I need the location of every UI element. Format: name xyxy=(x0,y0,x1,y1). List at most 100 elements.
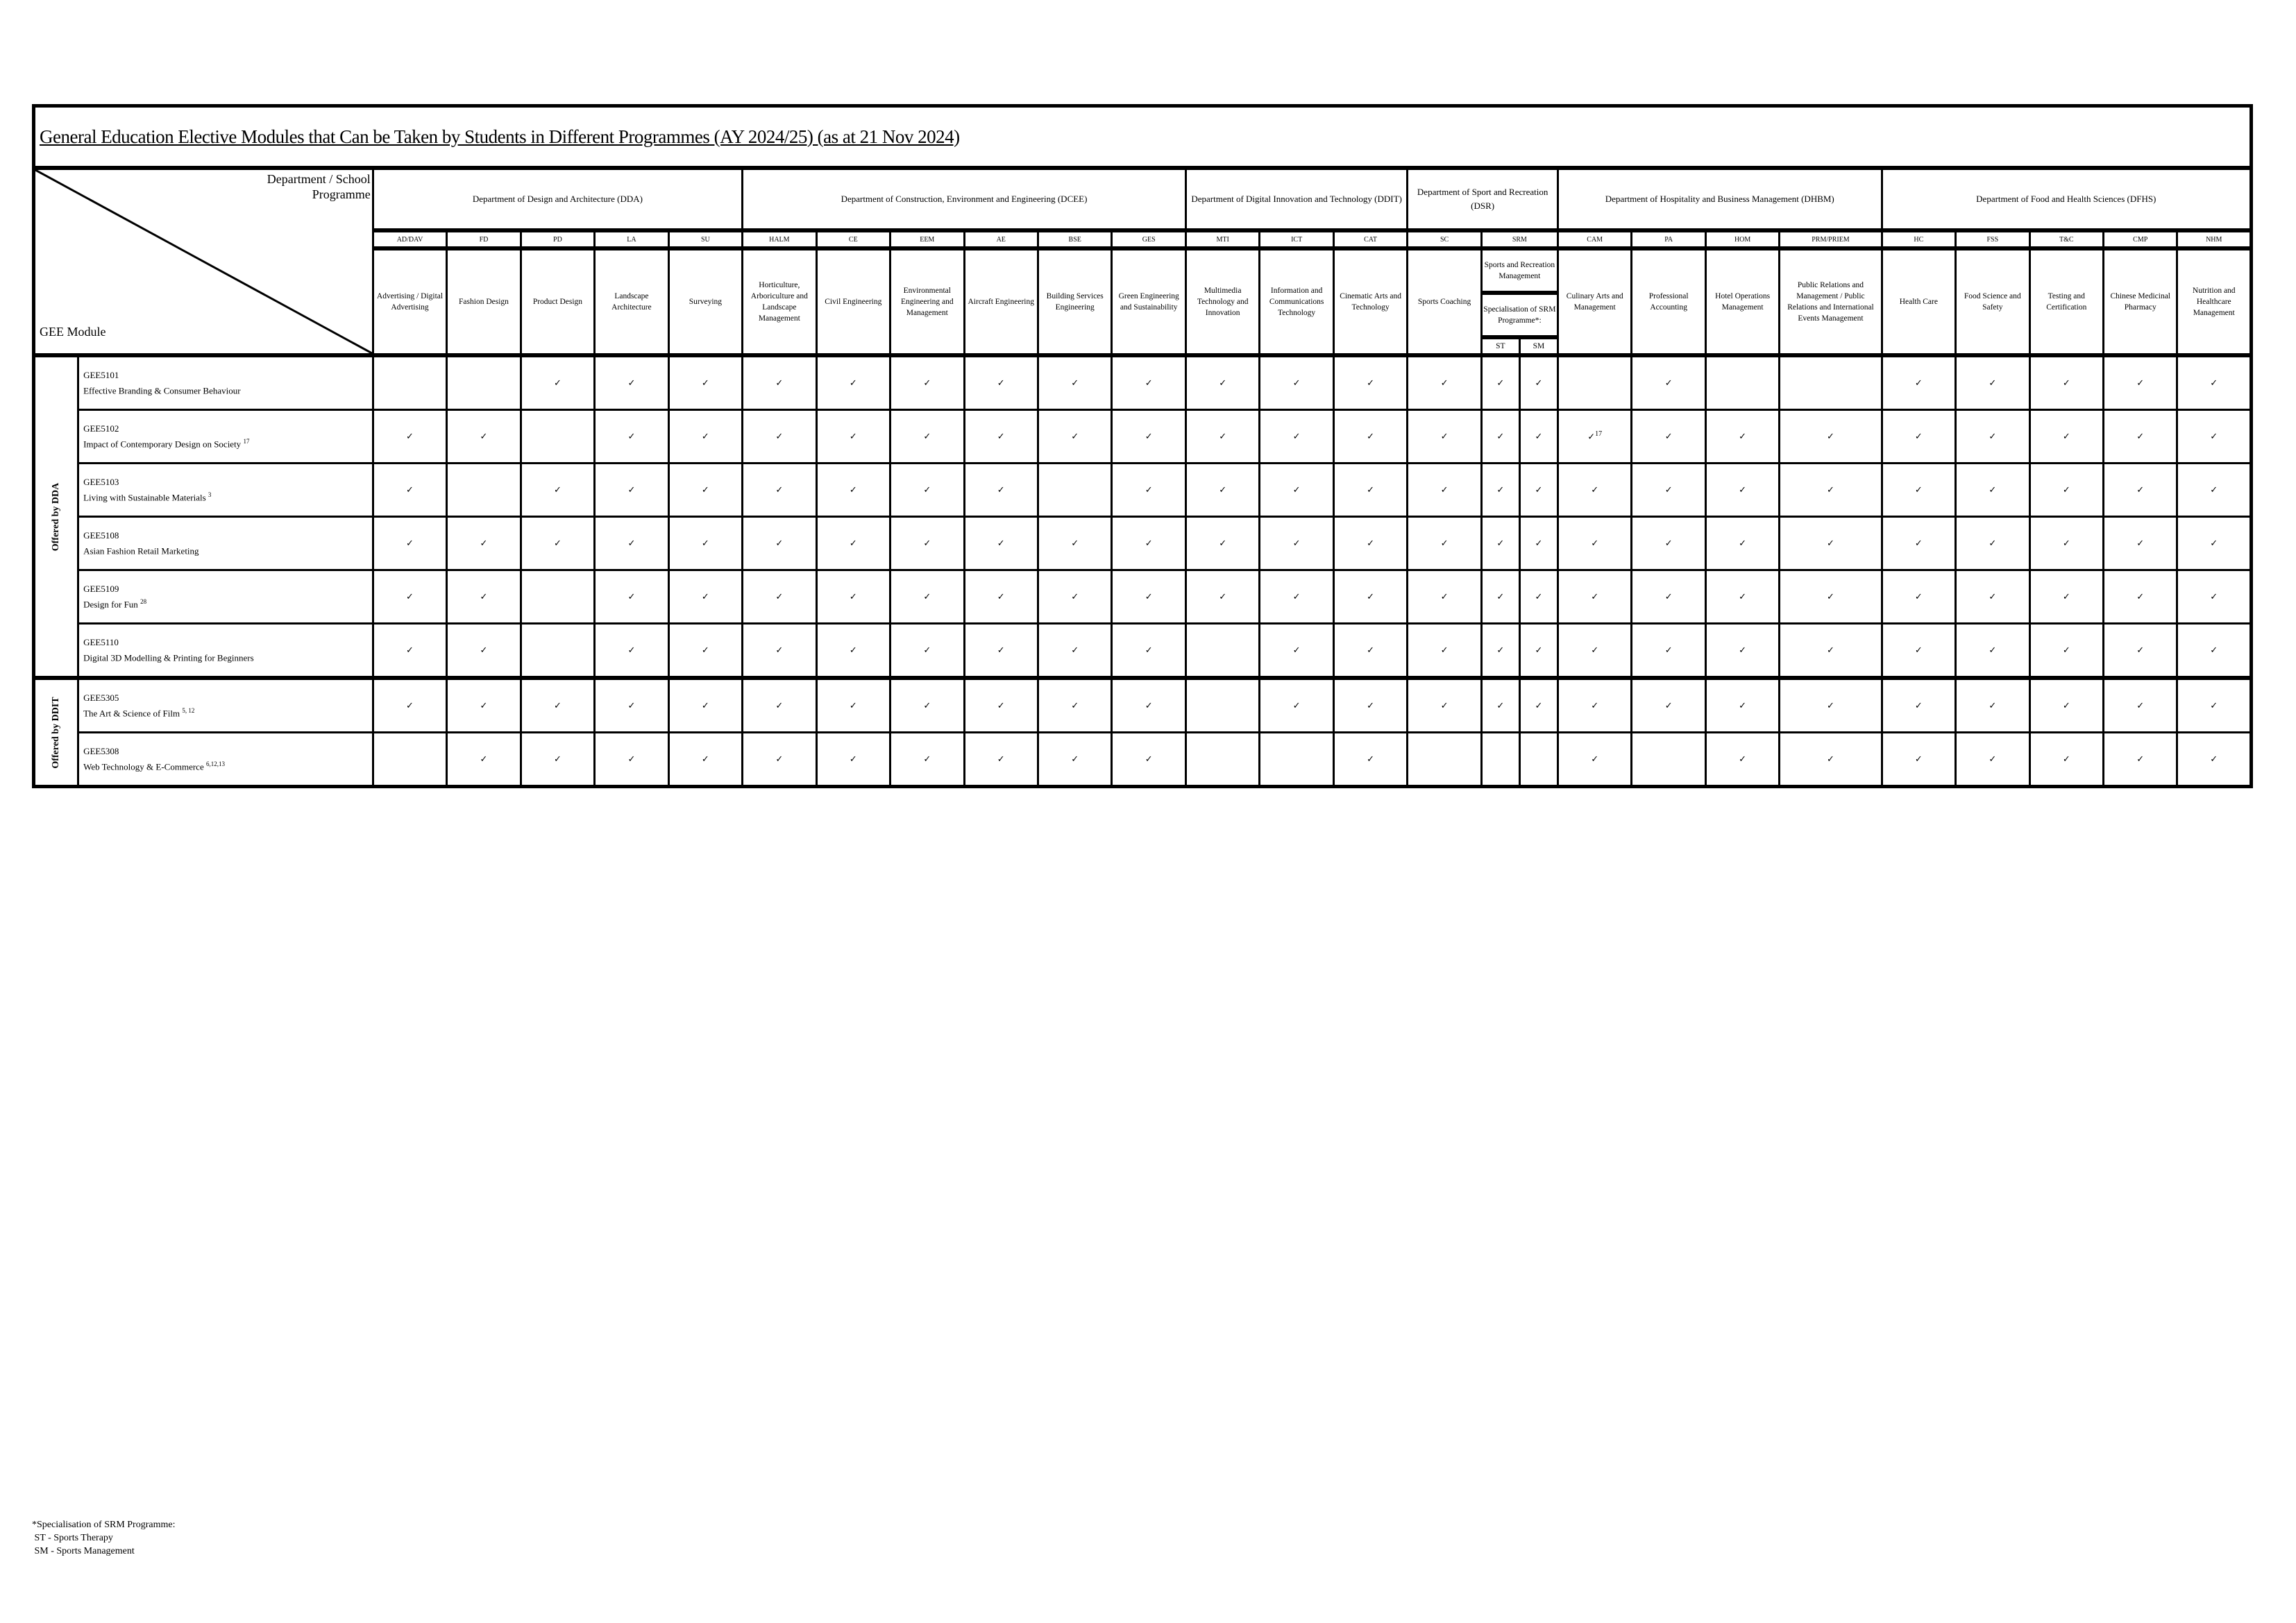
eligibility-cell: ✓ xyxy=(1518,676,1559,733)
programme-code: MTI xyxy=(1184,229,1261,250)
check-icon: ✓ xyxy=(1071,645,1079,656)
check-icon: ✓ xyxy=(627,431,636,442)
module-note: 28 xyxy=(140,598,147,606)
check-icon: ✓ xyxy=(1219,484,1227,495)
eligibility-cell: ✓ xyxy=(371,462,448,518)
check-icon: ✓ xyxy=(2062,377,2070,389)
eligibility-cell: ✓ xyxy=(446,676,522,733)
check-icon: ✓ xyxy=(849,754,857,765)
eligibility-cell: ✓ xyxy=(1778,676,1883,733)
module-title: Effective Branding & Consumer Behaviour xyxy=(83,385,241,396)
check-icon: ✓ xyxy=(1219,591,1227,602)
module-note: 17 xyxy=(243,438,250,445)
check-icon: ✓ xyxy=(2136,377,2145,389)
eligibility-cell: ✓ xyxy=(1778,409,1883,464)
check-icon: ✓ xyxy=(2210,700,2218,711)
check-icon: ✓ xyxy=(2136,645,2145,656)
programme-code: HC xyxy=(1880,229,1957,250)
programme-name: Health Care xyxy=(1880,247,1957,357)
programme-code: LA xyxy=(593,229,670,250)
check-icon: ✓ xyxy=(849,591,857,602)
eligibility-cell: ✓ xyxy=(741,516,818,571)
check-icon: ✓ xyxy=(627,377,636,389)
check-icon: ✓ xyxy=(1145,754,1153,765)
eligibility-cell: ✓ xyxy=(2102,731,2179,788)
offering-department-label: Offered by DDA xyxy=(51,482,62,551)
eligibility-cell: ✓ xyxy=(1111,516,1187,571)
page-title: General Education Elective Modules that … xyxy=(40,126,960,147)
check-icon: ✓ xyxy=(1145,645,1153,656)
eligibility-cell: ✓ xyxy=(1556,676,1633,733)
eligibility-cell: ✓ xyxy=(1111,622,1187,679)
eligibility-cell: ✓ xyxy=(667,622,744,679)
eligibility-cell: ✓ xyxy=(1880,462,1957,518)
eligibility-cell: ✓ xyxy=(593,462,670,518)
eligibility-cell xyxy=(446,462,522,518)
module-code: GEE5305 xyxy=(83,692,119,704)
eligibility-cell: ✓ xyxy=(519,462,596,518)
programme-name: Multimedia Technology and Innovation xyxy=(1184,247,1261,357)
eligibility-cell: ✓ xyxy=(1704,622,1781,679)
check-icon: ✓ xyxy=(1989,431,1997,442)
check-icon: ✓ xyxy=(701,484,709,495)
eligibility-cell: ✓ xyxy=(1704,676,1781,733)
module-title-line: Digital 3D Modelling & Printing for Begi… xyxy=(83,649,368,664)
check-icon: ✓ xyxy=(1739,591,1747,602)
check-icon: ✓ xyxy=(2062,484,2070,495)
eligibility-cell xyxy=(1518,731,1559,788)
department-header: Department of Digital Innovation and Tec… xyxy=(1184,167,1409,232)
check-icon: ✓ xyxy=(553,754,562,765)
eligibility-cell: ✓ xyxy=(1480,354,1521,411)
check-icon: ✓ xyxy=(553,700,562,711)
programme-name: Food Science and Safety xyxy=(1955,247,2031,357)
programme-name: Horticulture, Arboriculture and Landscap… xyxy=(741,247,818,357)
check-icon: ✓ xyxy=(2136,754,2145,765)
check-icon: ✓ xyxy=(1440,377,1449,389)
eligibility-cell: ✓ xyxy=(1778,516,1883,571)
module-code: GEE5102 xyxy=(83,423,119,434)
module-code: GEE5101 xyxy=(83,370,119,381)
programme-code: SU xyxy=(667,229,744,250)
department-header: Department of Hospitality and Business M… xyxy=(1556,167,1883,232)
eligibility-cell xyxy=(1258,731,1335,788)
corner-header: Department / School Programme GEE Module xyxy=(33,167,374,357)
table-row: GEE5109 Design for Fun 28 ✓ ✓ ✓ ✓ ✓ ✓ ✓ ✓ ✓ ✓ ✓ ✓ ✓ ✓ ✓ ✓… xyxy=(34,569,2252,624)
check-icon: ✓ xyxy=(1145,484,1153,495)
eligibility-cell: ✓ xyxy=(1111,462,1187,518)
programme-name: Nutrition and Healthcare Management xyxy=(2176,247,2252,357)
eligibility-cell: ✓ xyxy=(2176,622,2252,679)
check-icon: ✓ xyxy=(1145,538,1153,549)
eligibility-cell: ✓ xyxy=(1258,409,1335,464)
check-icon: ✓ xyxy=(1591,484,1599,495)
check-icon: ✓ xyxy=(1914,431,1923,442)
eligibility-cell: ✓ xyxy=(2176,731,2252,788)
check-icon: ✓ xyxy=(1496,431,1505,442)
check-icon: ✓ xyxy=(1440,431,1449,442)
check-icon: ✓ xyxy=(923,754,931,765)
footnote-line-st: ST - Sports Therapy xyxy=(32,1533,113,1543)
eligibility-cell: ✓ xyxy=(2102,569,2179,624)
eligibility-cell: ✓ xyxy=(1518,516,1559,571)
check-icon: ✓ xyxy=(2062,645,2070,656)
programme-code: PD xyxy=(519,229,596,250)
check-icon: ✓ xyxy=(553,377,562,389)
check-icon: ✓ xyxy=(1440,538,1449,549)
offering-department-cell: Offered by DDIT xyxy=(32,676,80,788)
module-title: Web Technology & E-Commerce xyxy=(83,761,204,772)
programme-name: Cinematic Arts and Technology xyxy=(1332,247,1409,357)
eligibility-cell: ✓ xyxy=(1880,569,1957,624)
eligibility-cell: ✓ xyxy=(1955,354,2031,411)
eligibility-cell: ✓ xyxy=(1880,622,1957,679)
eligibility-cell: ✓ xyxy=(1955,731,2031,788)
eligibility-cell: ✓ xyxy=(446,569,522,624)
module-cell: GEE5308 Web Technology & E-Commerce 6,12,… xyxy=(77,731,374,788)
check-icon: ✓ xyxy=(2210,377,2218,389)
programme-name: Civil Engineering xyxy=(815,247,892,357)
check-icon: ✓ xyxy=(1219,538,1227,549)
table-row: GEE5108 Asian Fashion Retail Marketing ✓ ✓… xyxy=(34,516,2252,571)
eligibility-cell: ✓ xyxy=(2176,409,2252,464)
specialisation-st: ST xyxy=(1482,336,1521,353)
programme-code: CE xyxy=(815,229,892,250)
department-header: Department of Construction, Environment … xyxy=(741,167,1187,232)
eligibility-cell: ✓ xyxy=(889,354,965,411)
